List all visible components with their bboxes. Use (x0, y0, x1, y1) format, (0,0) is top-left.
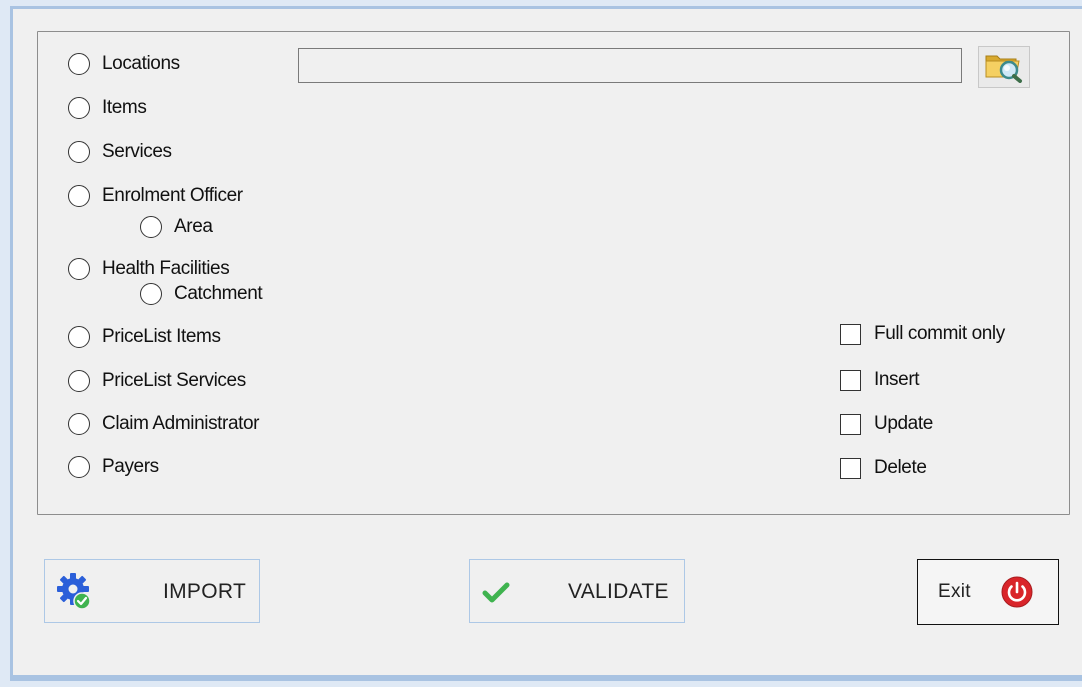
window-left-border (10, 6, 13, 681)
radio-claim-administrator[interactable]: Claim Administrator (68, 413, 260, 435)
checkbox-box[interactable] (840, 369, 861, 391)
radio-label: Enrolment Officer (102, 185, 243, 206)
radio-locations[interactable]: Locations (68, 53, 180, 75)
radio-circle[interactable] (68, 370, 90, 392)
checkbox-box[interactable] (840, 323, 861, 345)
radio-circle[interactable] (68, 456, 90, 478)
radio-payers[interactable]: Payers (68, 456, 159, 478)
import-button[interactable]: IMPORT (44, 559, 260, 623)
radio-services[interactable]: Services (68, 141, 172, 163)
radio-label: Catchment (174, 283, 263, 304)
checkbox-box[interactable] (840, 457, 861, 479)
import-window: Locations Items Services Enrolment Offic… (10, 6, 1082, 681)
exit-button[interactable]: Exit (917, 559, 1059, 625)
radio-circle[interactable] (68, 185, 90, 207)
radio-pricelist-items[interactable]: PriceList Items (68, 326, 221, 348)
checkbox-insert[interactable]: Insert (840, 369, 920, 391)
radio-label: Health Facilities (102, 258, 230, 279)
file-path-input[interactable] (298, 48, 962, 83)
window-bottom-border (10, 675, 1082, 681)
radio-pricelist-services[interactable]: PriceList Services (68, 370, 246, 392)
checkbox-label: Delete (874, 457, 927, 478)
checkbox-label: Update (874, 413, 933, 434)
checkbox-full-commit-only[interactable]: Full commit only (840, 323, 1005, 345)
radio-circle[interactable] (68, 326, 90, 348)
exit-label: Exit (938, 581, 971, 602)
checkbox-label: Full commit only (874, 323, 1005, 344)
radio-enrolment-officer[interactable]: Enrolment Officer (68, 185, 243, 207)
radio-circle[interactable] (68, 413, 90, 435)
gear-check-icon (57, 572, 93, 615)
radio-circle[interactable] (140, 216, 162, 238)
radio-label: Services (102, 141, 172, 162)
radio-label: PriceList Items (102, 326, 221, 347)
radio-label: Items (102, 97, 147, 118)
radio-catchment[interactable]: Catchment (140, 283, 263, 305)
window-top-border (10, 6, 1082, 9)
radio-circle[interactable] (68, 258, 90, 280)
radio-label: Claim Administrator (102, 413, 260, 434)
validate-label: VALIDATE (568, 580, 669, 603)
radio-label: PriceList Services (102, 370, 246, 391)
checkbox-update[interactable]: Update (840, 413, 933, 435)
radio-items[interactable]: Items (68, 97, 147, 119)
radio-health-facilities[interactable]: Health Facilities (68, 258, 230, 280)
radio-circle[interactable] (68, 141, 90, 163)
checkbox-delete[interactable]: Delete (840, 457, 927, 479)
options-group: Locations Items Services Enrolment Offic… (37, 31, 1070, 515)
radio-label: Locations (102, 53, 180, 74)
radio-label: Payers (102, 456, 159, 477)
checkmark-icon (482, 581, 510, 608)
checkbox-label: Insert (874, 369, 920, 390)
power-icon (1000, 575, 1034, 614)
checkbox-box[interactable] (840, 413, 861, 435)
radio-circle[interactable] (140, 283, 162, 305)
folder-search-icon (983, 47, 1025, 88)
radio-area[interactable]: Area (140, 216, 213, 238)
import-label: IMPORT (163, 580, 247, 603)
browse-button[interactable] (978, 46, 1030, 88)
radio-circle[interactable] (68, 97, 90, 119)
radio-circle[interactable] (68, 53, 90, 75)
radio-label: Area (174, 216, 213, 237)
validate-button[interactable]: VALIDATE (469, 559, 685, 623)
